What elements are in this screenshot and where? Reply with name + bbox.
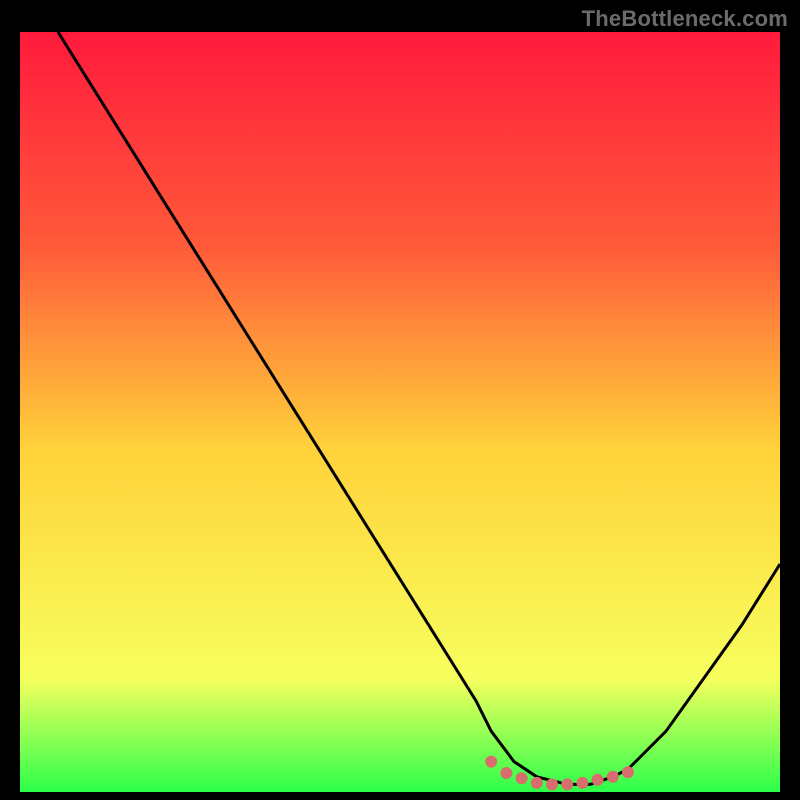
frame-bottom — [0, 792, 800, 800]
gradient-background — [20, 32, 780, 792]
frame-left — [0, 0, 20, 800]
valley-marker — [516, 772, 528, 784]
valley-marker — [592, 774, 604, 786]
valley-marker — [607, 771, 619, 783]
valley-marker — [531, 777, 543, 789]
chart-svg — [20, 32, 780, 792]
watermark-text: TheBottleneck.com — [582, 6, 788, 32]
valley-marker — [561, 778, 573, 790]
frame-right — [780, 0, 800, 800]
valley-marker — [485, 756, 497, 768]
valley-marker — [622, 766, 634, 778]
valley-marker — [546, 778, 558, 790]
chart-frame: TheBottleneck.com — [0, 0, 800, 800]
plot-area — [20, 32, 780, 792]
valley-marker — [576, 777, 588, 789]
valley-marker — [500, 767, 512, 779]
